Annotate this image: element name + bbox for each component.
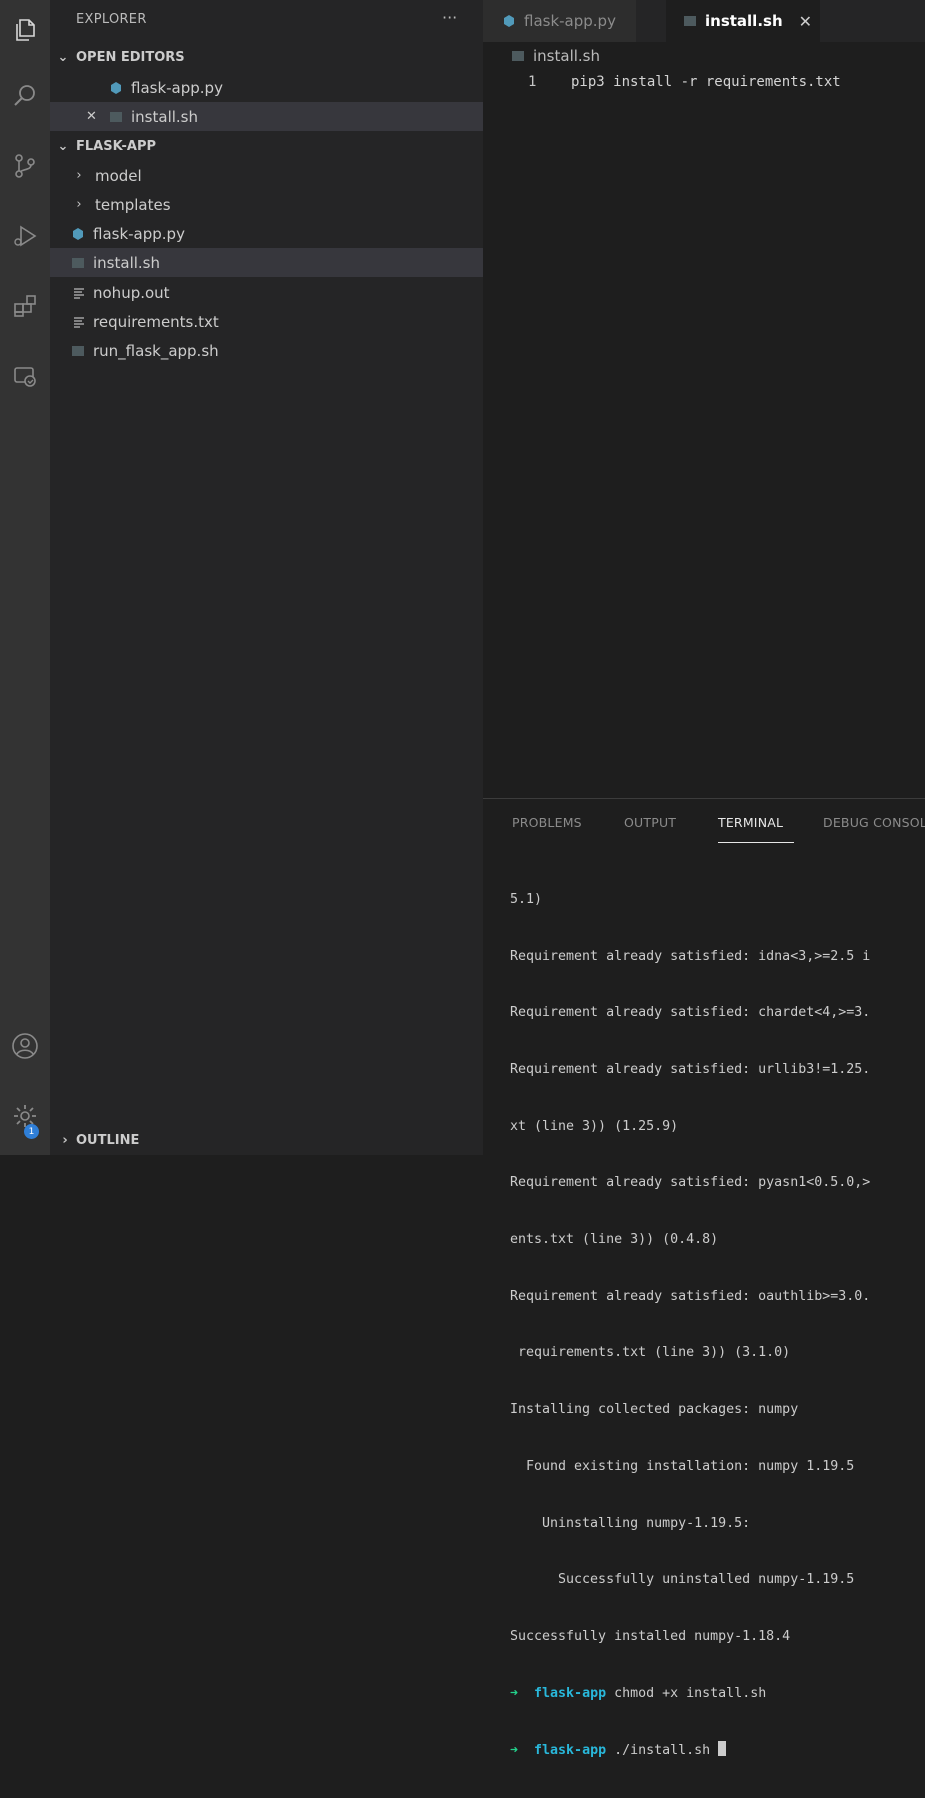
terminal-line: Requirement already satisfied: idna<3,>=… (510, 948, 871, 964)
tab-debug-console[interactable]: DEBUG CONSOLE (823, 815, 925, 830)
terminal-line: Requirement already satisfied: oauthlib>… (510, 1288, 871, 1304)
chevron-down-icon: ⌄ (57, 139, 69, 154)
run-debug-icon[interactable] (0, 212, 50, 260)
tree-item-label: templates (95, 195, 171, 214)
account-icon[interactable] (0, 1022, 50, 1070)
tree-item-flask-app-py[interactable]: flask-app.py (50, 219, 483, 248)
prompt-arrow: ➜ (510, 1685, 519, 1701)
explorer-icon[interactable] (0, 6, 50, 54)
terminal-line: Requirement already satisfied: pyasn1<0.… (510, 1175, 871, 1191)
terminal-prompt-line: ➜ flask-app ./install.sh (510, 1741, 925, 1760)
tree-item-nohup-out[interactable]: nohup.out (50, 278, 483, 307)
prompt-directory: flask-app (534, 1685, 607, 1701)
bottom-panel: PROBLEMS OUTPUT TERMINAL DEBUG CONSOLE 5… (483, 798, 925, 1758)
tree-item-requirements-txt[interactable]: requirements.txt (50, 307, 483, 336)
terminal-line: Successfully installed numpy-1.18.4 (510, 1628, 791, 1644)
code-line[interactable]: pip3 install -r requirements.txt (571, 74, 841, 90)
terminal-line: Uninstalling numpy-1.19.5: (510, 1515, 751, 1531)
settings-badge: 1 (24, 1124, 39, 1139)
search-icon[interactable] (0, 72, 50, 120)
tree-item-label: install.sh (93, 253, 160, 272)
terminal-line: Successfully uninstalled numpy-1.19.5 (510, 1572, 855, 1588)
terminal-prompt-line: ➜ flask-app chmod +x install.sh (510, 1685, 925, 1704)
shell-file-icon (510, 48, 526, 64)
prompt-directory: flask-app (534, 1743, 607, 1759)
tab-install-sh[interactable]: install.sh ✕ (666, 0, 820, 42)
terminal-line: Requirement already satisfied: urllib3!=… (510, 1061, 871, 1077)
explorer-more-actions[interactable]: ··· (442, 8, 457, 27)
tab-terminal[interactable]: TERMINAL (718, 815, 783, 830)
folder-header[interactable]: ⌄ FLASK-APP (50, 132, 483, 161)
chevron-down-icon: ⌄ (57, 50, 69, 65)
text-file-icon (72, 314, 86, 330)
open-editor-label: flask-app.py (131, 78, 223, 97)
shell-file-icon (682, 13, 698, 29)
chevron-right-icon: › (76, 197, 82, 212)
tab-problems[interactable]: PROBLEMS (512, 815, 582, 830)
terminal-cursor (718, 1741, 727, 1757)
tab-label: flask-app.py (524, 12, 616, 30)
explorer-title: EXPLORER (76, 12, 147, 27)
open-editors-title: OPEN EDITORS (76, 50, 185, 65)
active-tab-indicator (718, 842, 794, 843)
terminal-line: ents.txt (line 3)) (0.4.8) (510, 1232, 719, 1248)
explorer-sidebar: EXPLORER ··· ⌄ OPEN EDITORS flask-app.py… (50, 0, 483, 1155)
tab-label: install.sh (705, 12, 783, 30)
editor-tabs: flask-app.py install.sh ✕ (483, 0, 925, 42)
tree-item-install-sh[interactable]: install.sh (50, 248, 483, 277)
open-editors-header[interactable]: ⌄ OPEN EDITORS (50, 43, 483, 72)
close-icon[interactable]: ✕ (86, 109, 100, 124)
python-file-icon (501, 13, 517, 29)
chevron-right-icon: › (62, 1133, 68, 1148)
terminal-line: Requirement already satisfied: chardet<4… (510, 1005, 871, 1021)
open-editor-item[interactable]: flask-app.py (50, 73, 483, 102)
activity-bar: 1 (0, 0, 50, 1155)
prompt-arrow: ➜ (510, 1743, 519, 1759)
tree-item-templates[interactable]: › templates (50, 190, 483, 219)
tab-output[interactable]: OUTPUT (624, 815, 676, 830)
shell-file-icon (70, 255, 86, 271)
open-editor-label: install.sh (131, 107, 198, 126)
breadcrumb[interactable]: install.sh (510, 47, 600, 65)
extensions-icon[interactable] (0, 282, 50, 330)
remote-explorer-icon[interactable] (0, 352, 50, 400)
python-file-icon (70, 226, 86, 242)
tree-item-label: requirements.txt (93, 312, 219, 331)
terminal-line: xt (line 3)) (1.25.9) (510, 1118, 679, 1134)
tree-item-label: nohup.out (93, 283, 170, 302)
text-file-icon (72, 285, 86, 301)
shell-file-icon (108, 109, 124, 125)
tree-item-label: model (95, 166, 142, 185)
chevron-right-icon: › (76, 168, 82, 183)
terminal-line: 5.1) (510, 891, 543, 907)
terminal-line: Found existing installation: numpy 1.19.… (510, 1458, 855, 1474)
outline-header[interactable]: › OUTLINE (50, 1126, 483, 1155)
open-editor-item-active[interactable]: ✕ install.sh (50, 102, 483, 131)
terminal-output[interactable]: 5.1) Requirement already satisfied: idna… (510, 853, 925, 1798)
close-icon[interactable]: ✕ (799, 12, 812, 31)
line-number: 1 (528, 74, 537, 90)
tree-item-run-flask-app-sh[interactable]: run_flask_app.sh (50, 336, 483, 365)
outline-title: OUTLINE (76, 1133, 140, 1148)
terminal-line: requirements.txt (line 3)) (3.1.0) (510, 1345, 791, 1361)
tab-flask-app-py[interactable]: flask-app.py (483, 0, 636, 42)
folder-title: FLASK-APP (76, 139, 157, 154)
python-file-icon (108, 80, 124, 96)
source-control-icon[interactable] (0, 142, 50, 190)
tree-item-model[interactable]: › model (50, 161, 483, 190)
prompt-command: chmod +x install.sh (614, 1685, 767, 1701)
prompt-command: ./install.sh (614, 1743, 711, 1759)
tree-item-label: flask-app.py (93, 224, 185, 243)
breadcrumb-file: install.sh (533, 47, 600, 65)
terminal-line: Installing collected packages: numpy (510, 1402, 799, 1418)
shell-file-icon (70, 343, 86, 359)
tree-item-label: run_flask_app.sh (93, 341, 219, 360)
